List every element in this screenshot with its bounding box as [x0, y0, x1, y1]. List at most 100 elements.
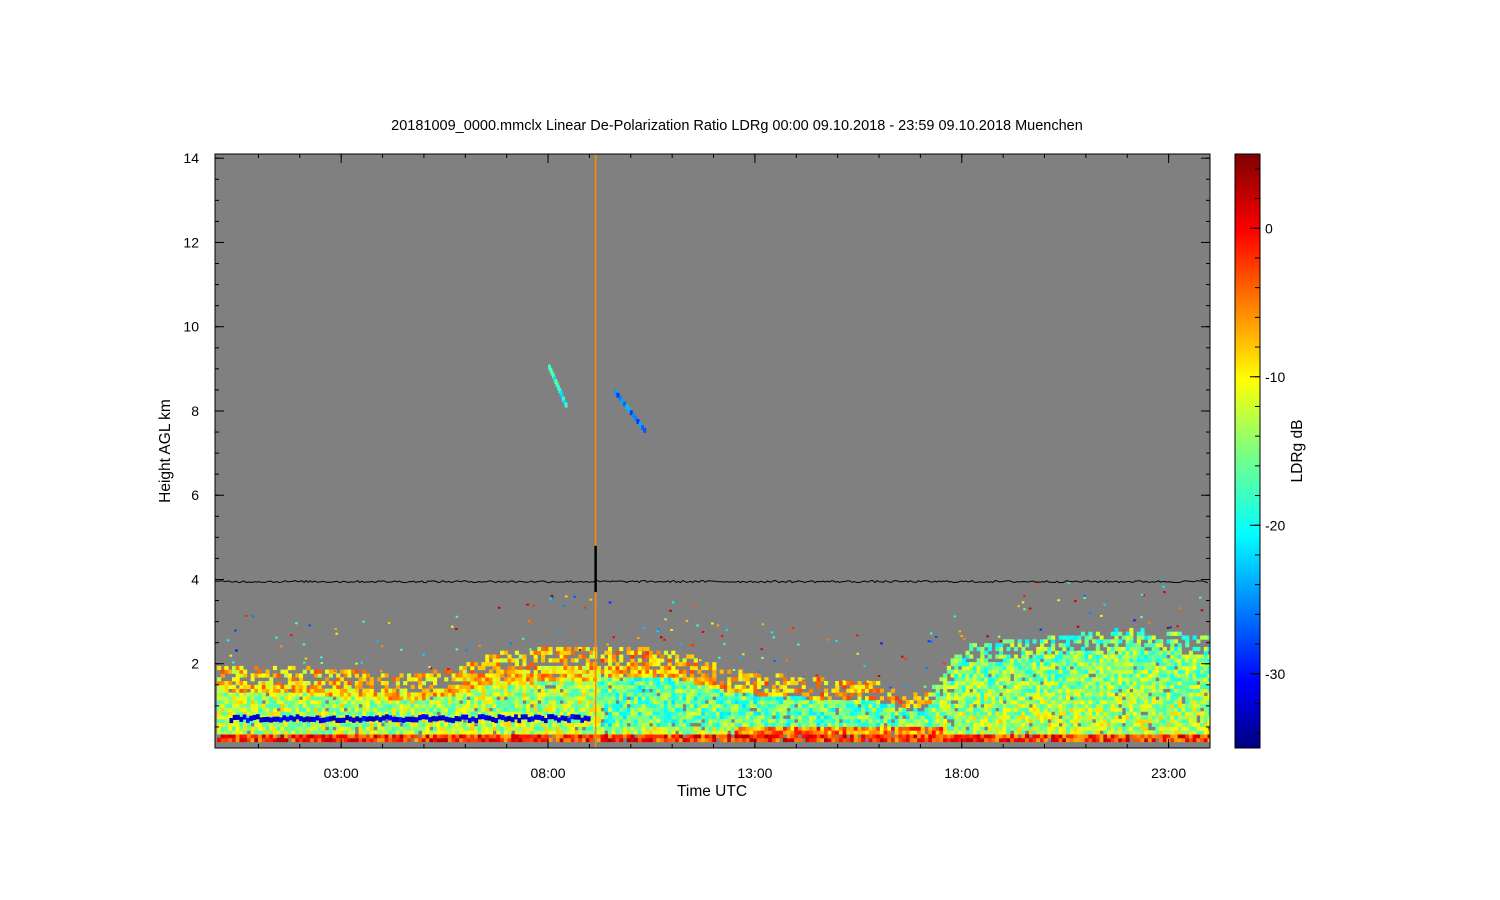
heatmap-cell [1036, 665, 1041, 671]
heatmap-cell [488, 696, 493, 701]
heatmap-cell [894, 737, 899, 743]
heatmap-cell [682, 700, 687, 705]
heatmap-cell [403, 722, 408, 727]
heatmap-cell [656, 662, 661, 667]
heatmap-cell [820, 700, 825, 705]
heatmap-cell [663, 730, 668, 735]
heatmap-cell [287, 726, 292, 731]
heatmap-cell [276, 692, 281, 697]
heatmap-cell [339, 722, 344, 727]
heatmap-cell [436, 688, 441, 693]
heatmap-cell [928, 722, 933, 727]
heatmap-cell [388, 703, 393, 708]
heatmap-cell [842, 692, 847, 697]
heatmap-cell [265, 703, 270, 708]
heatmap-cell [302, 707, 307, 712]
heatmap-cell [608, 700, 613, 705]
heatmap-cell [1144, 635, 1149, 640]
heatmap-cell [343, 681, 348, 686]
heatmap-cell [250, 730, 255, 735]
heatmap-cell [272, 730, 277, 735]
heatmap-cell [663, 673, 668, 678]
heatmap-cell [1196, 711, 1201, 716]
heatmap-cell [403, 681, 408, 686]
heatmap-cell [585, 707, 590, 712]
heatmap-cell [678, 669, 683, 674]
heatmap-cell [745, 737, 750, 743]
heatmap-cell [887, 696, 892, 701]
heatmap-cell [399, 696, 404, 701]
heatmap-cell [254, 688, 259, 693]
heatmap-cell [496, 737, 501, 743]
heatmap-cell [1129, 627, 1134, 633]
heatmap-cell [961, 658, 966, 663]
heatmap-cell [529, 700, 534, 705]
heatmap-cell [909, 722, 914, 727]
heatmap-cell [887, 730, 892, 735]
heatmap-cell [637, 703, 642, 708]
heatmap-cell [946, 711, 951, 716]
heatmap-cell [418, 677, 423, 682]
heatmap-cell [1095, 665, 1100, 671]
heatmap-cell [1006, 665, 1011, 671]
heatmap-cell [1069, 650, 1074, 655]
heatmap-cell [1095, 673, 1100, 678]
heatmap-cell [749, 726, 754, 731]
heatmap-cell [738, 696, 743, 701]
heatmap-cell [768, 703, 773, 708]
heatmap-cell [354, 669, 359, 674]
heatmap-cell [1133, 673, 1138, 678]
heatmap-cell [1013, 646, 1018, 652]
heatmap-cell [976, 711, 981, 716]
heatmap-cell [946, 734, 951, 739]
heatmap-cell [514, 681, 519, 686]
heatmap-cell [935, 684, 940, 689]
heatmap-cell [991, 737, 996, 743]
heatmap-cell [1043, 730, 1048, 735]
heatmap-cell [224, 711, 229, 716]
heatmap-cell [485, 703, 490, 708]
heatmap-cell [1129, 703, 1134, 708]
heatmap-cell [656, 696, 661, 701]
heatmap-cell [1084, 658, 1089, 663]
heatmap-cell [1002, 730, 1007, 735]
heatmap-cell [1028, 692, 1033, 697]
heatmap-cell [1140, 635, 1145, 640]
heatmap-cell [608, 646, 613, 652]
heatmap-cell [1129, 734, 1134, 739]
heatmap-cell [608, 707, 613, 712]
heatmap-cell [1006, 654, 1011, 659]
heatmap-cell [991, 696, 996, 701]
heatmap-cell [496, 673, 501, 678]
heatmap-cell [611, 684, 616, 689]
heatmap-cell [1136, 722, 1141, 727]
heatmap-cell [269, 677, 274, 682]
heatmap-cell [1166, 734, 1171, 739]
heatmap-cell [987, 700, 992, 705]
heatmap-cell [384, 734, 389, 739]
heatmap-cell [797, 696, 802, 701]
heatmap-cell [600, 669, 605, 674]
heatmap-cell [1144, 722, 1149, 727]
heatmap-cell [905, 700, 910, 705]
heatmap-cell [514, 722, 519, 727]
heatmap-cell [425, 737, 430, 743]
heatmap-cell [663, 734, 668, 739]
heatmap-cell [865, 722, 870, 727]
heatmap-cell [559, 692, 564, 697]
heatmap-cell [637, 650, 642, 655]
heatmap-cell [492, 665, 497, 671]
heatmap-cell [1025, 726, 1030, 731]
heatmap-cell [1066, 703, 1071, 708]
heatmap-cell [518, 700, 523, 705]
heatmap-cell [429, 677, 434, 682]
heatmap-cell [1140, 650, 1145, 655]
heatmap-cell [928, 726, 933, 731]
heatmap-cell [1166, 658, 1171, 663]
heatmap-cell [1151, 658, 1156, 663]
heatmap-cell [1177, 692, 1182, 697]
heatmap-cell [544, 688, 549, 693]
heatmap-cell [980, 737, 985, 743]
heatmap-cell [924, 715, 929, 720]
heatmap-cell [533, 669, 538, 674]
